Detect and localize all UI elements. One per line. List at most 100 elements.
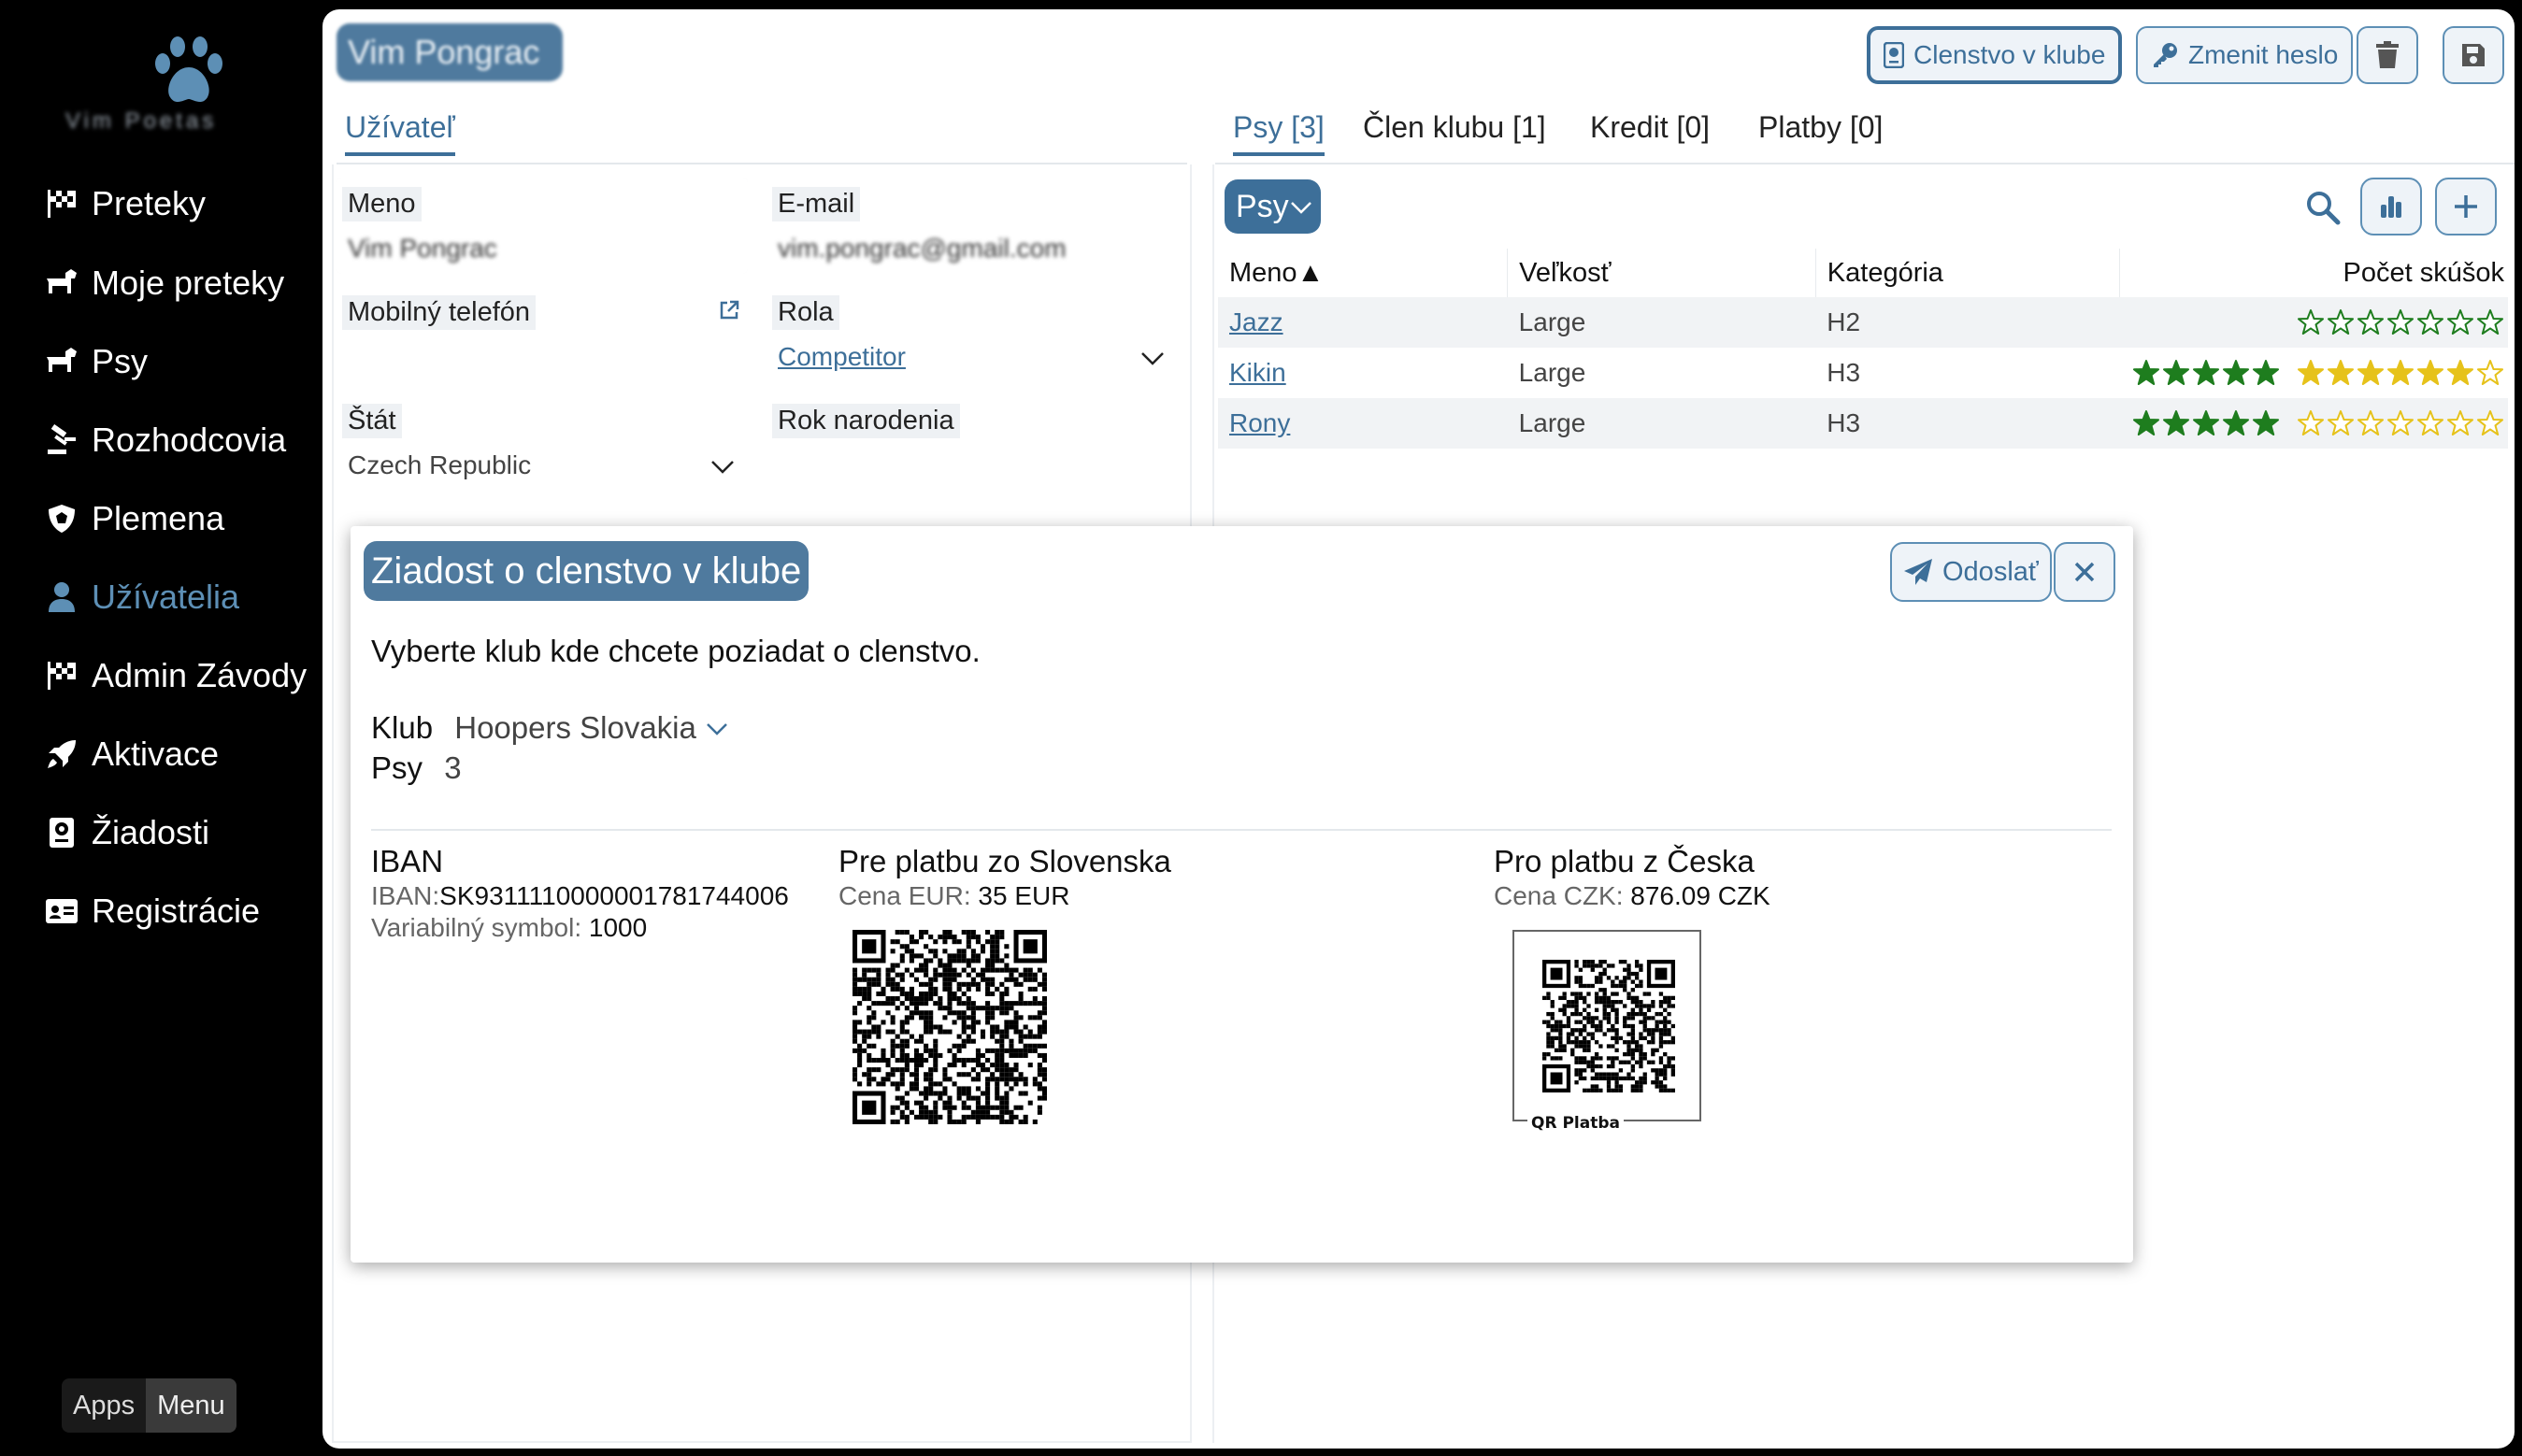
sidebar-item-preteky[interactable]: Preteky bbox=[43, 171, 206, 236]
sidebar-item-registracie[interactable]: Registrácie bbox=[43, 878, 260, 944]
paper-plane-icon bbox=[1903, 558, 1933, 586]
external-link-icon[interactable] bbox=[718, 299, 740, 321]
dog-category-cell: H3 bbox=[1815, 398, 2119, 449]
star-icon bbox=[2163, 410, 2189, 435]
sidebar-item-rozhodcovia[interactable]: Rozhodcovia bbox=[43, 407, 286, 473]
dog-size-cell: Large bbox=[1507, 297, 1816, 348]
birth-year-field[interactable]: Rok narodenia bbox=[767, 394, 1178, 491]
app-logo[interactable]: Vim Poetas bbox=[37, 28, 280, 140]
sidebar-item-label: Užívatelia bbox=[92, 578, 240, 616]
divider bbox=[371, 829, 2112, 831]
tab-platby[interactable]: Platby [0] bbox=[1758, 110, 1883, 145]
star-icon bbox=[2447, 410, 2473, 435]
dog-name-link[interactable]: Rony bbox=[1229, 408, 1290, 437]
sk-price-line: Cena EUR: 35 EUR bbox=[838, 881, 1171, 911]
dialog-title: Ziadost o clenstvo v klube bbox=[364, 541, 810, 601]
birth-year-label: Rok narodenia bbox=[772, 404, 960, 438]
sk-price-value: 35 EUR bbox=[978, 881, 1070, 910]
star-icon bbox=[2193, 410, 2219, 435]
dogs-dropdown[interactable]: Psy bbox=[1225, 179, 1321, 234]
delete-button[interactable] bbox=[2357, 26, 2418, 84]
star-icon bbox=[2387, 360, 2414, 385]
star-icon bbox=[2298, 360, 2324, 385]
country-value: Czech Republic bbox=[348, 450, 532, 479]
role-value: Competitor bbox=[778, 342, 906, 371]
star-icon bbox=[2328, 309, 2354, 335]
table-row[interactable]: Rony Large H3 bbox=[1218, 398, 2508, 449]
role-select[interactable]: Rola Competitor bbox=[767, 286, 1178, 382]
column-header-exams[interactable]: Počet skúšok bbox=[2118, 249, 2508, 297]
dog-name-cell: Jazz bbox=[1218, 297, 1508, 348]
shield-icon bbox=[43, 500, 80, 537]
club-row: Klub Hoopers Slovakia bbox=[371, 710, 729, 746]
club-select[interactable]: Hoopers Slovakia bbox=[454, 710, 729, 745]
sidebar-item-uzivatelia[interactable]: Užívatelia bbox=[43, 564, 239, 630]
star-icon bbox=[2417, 360, 2443, 385]
country-label: Štát bbox=[342, 404, 402, 438]
exam-stars-cell bbox=[2119, 398, 2508, 449]
name-field[interactable]: Meno Vim Pongrac bbox=[337, 178, 748, 274]
close-button[interactable] bbox=[2054, 542, 2115, 602]
dog-name-link[interactable]: Kikin bbox=[1229, 358, 1286, 387]
sidebar-item-label: Registrácie bbox=[92, 892, 261, 930]
tab-clen-klubu[interactable]: Člen klubu [1] bbox=[1363, 110, 1546, 145]
dog-name-link[interactable]: Jazz bbox=[1229, 307, 1283, 336]
sidebar-item-moje-preteky[interactable]: Moje preteky bbox=[43, 250, 284, 316]
iban-value: SK9311110000001781744006 bbox=[439, 881, 789, 910]
change-password-button[interactable]: Zmenit heslo bbox=[2136, 26, 2354, 84]
sk-payment-column: Pre platbu zo Slovenska Cena EUR: 35 EUR bbox=[838, 844, 1171, 911]
dog-category-cell: H2 bbox=[1815, 297, 2119, 348]
chart-button[interactable] bbox=[2360, 178, 2422, 236]
send-button-label: Odoslať bbox=[1942, 556, 2039, 587]
sidebar-item-label: Moje preteky bbox=[92, 264, 285, 302]
email-field[interactable]: E-mail vim.pongrac@gmail.com bbox=[767, 178, 1178, 274]
phone-field[interactable]: Mobilný telefón bbox=[337, 286, 748, 382]
star-icon bbox=[2328, 360, 2354, 385]
passport-icon bbox=[1884, 42, 1904, 68]
membership-button[interactable]: Clenstvo v klube bbox=[1867, 26, 2123, 84]
star-icon bbox=[2387, 410, 2414, 435]
bar-chart-icon bbox=[2381, 196, 2401, 218]
star-icon bbox=[2223, 360, 2249, 385]
column-header-name[interactable]: Meno▲ bbox=[1218, 249, 1508, 297]
iban-line: IBAN:SK9311110000001781744006 bbox=[371, 881, 789, 911]
star-icon bbox=[2298, 309, 2324, 335]
star-icon bbox=[2357, 410, 2384, 435]
sidebar-item-psy[interactable]: Psy bbox=[43, 329, 148, 394]
sidebar-item-aktivace[interactable]: Aktivace bbox=[43, 721, 219, 787]
vs-label: Variabilný symbol: bbox=[371, 913, 582, 942]
column-header-size[interactable]: Veľkosť bbox=[1507, 249, 1816, 297]
sidebar-item-admin-zavody[interactable]: Admin Závody bbox=[43, 643, 307, 708]
column-header-category[interactable]: Kategória bbox=[1814, 249, 2119, 297]
sidebar-item-label: Rozhodcovia bbox=[92, 421, 287, 459]
tab-uzivatel[interactable]: Užívateľ bbox=[345, 110, 455, 156]
search-icon[interactable] bbox=[2304, 189, 2342, 226]
club-label: Klub bbox=[371, 710, 434, 745]
dog-icon bbox=[43, 264, 80, 302]
sidebar-item-plemena[interactable]: Plemena bbox=[43, 486, 224, 551]
add-dog-button[interactable] bbox=[2435, 178, 2497, 236]
chevron-down-icon bbox=[1141, 352, 1164, 365]
sidebar-item-ziadosti[interactable]: Žiadosti bbox=[43, 800, 209, 865]
role-label: Rola bbox=[772, 295, 839, 330]
dogs-count-label: Psy bbox=[371, 750, 423, 785]
change-password-label: Zmenit heslo bbox=[2188, 40, 2339, 69]
table-row[interactable]: Kikin Large H3 bbox=[1218, 348, 2508, 398]
star-icon bbox=[2417, 410, 2443, 435]
save-button[interactable] bbox=[2443, 26, 2504, 84]
menu-button[interactable]: Menu bbox=[146, 1378, 236, 1433]
apps-button[interactable]: Apps bbox=[62, 1378, 147, 1433]
exam-stars-cell bbox=[2119, 348, 2508, 398]
tab-kredit[interactable]: Kredit [0] bbox=[1590, 110, 1710, 145]
dogs-table: Meno▲ Veľkosť Kategória Počet skúšok Jaz… bbox=[1218, 249, 2508, 449]
send-button[interactable]: Odoslať bbox=[1890, 542, 2052, 602]
iban-column: IBAN IBAN:SK9311110000001781744006 Varia… bbox=[371, 844, 789, 943]
star-icon bbox=[2357, 360, 2384, 385]
tab-psy[interactable]: Psy [3] bbox=[1233, 110, 1325, 156]
table-row[interactable]: Jazz Large H2 bbox=[1218, 297, 2508, 348]
country-select[interactable]: Štát Czech Republic bbox=[337, 394, 748, 491]
dogs-dropdown-label: Psy bbox=[1236, 188, 1289, 224]
star-icon bbox=[2417, 309, 2443, 335]
user-icon bbox=[43, 578, 80, 616]
phone-label: Mobilný telefón bbox=[342, 295, 537, 330]
